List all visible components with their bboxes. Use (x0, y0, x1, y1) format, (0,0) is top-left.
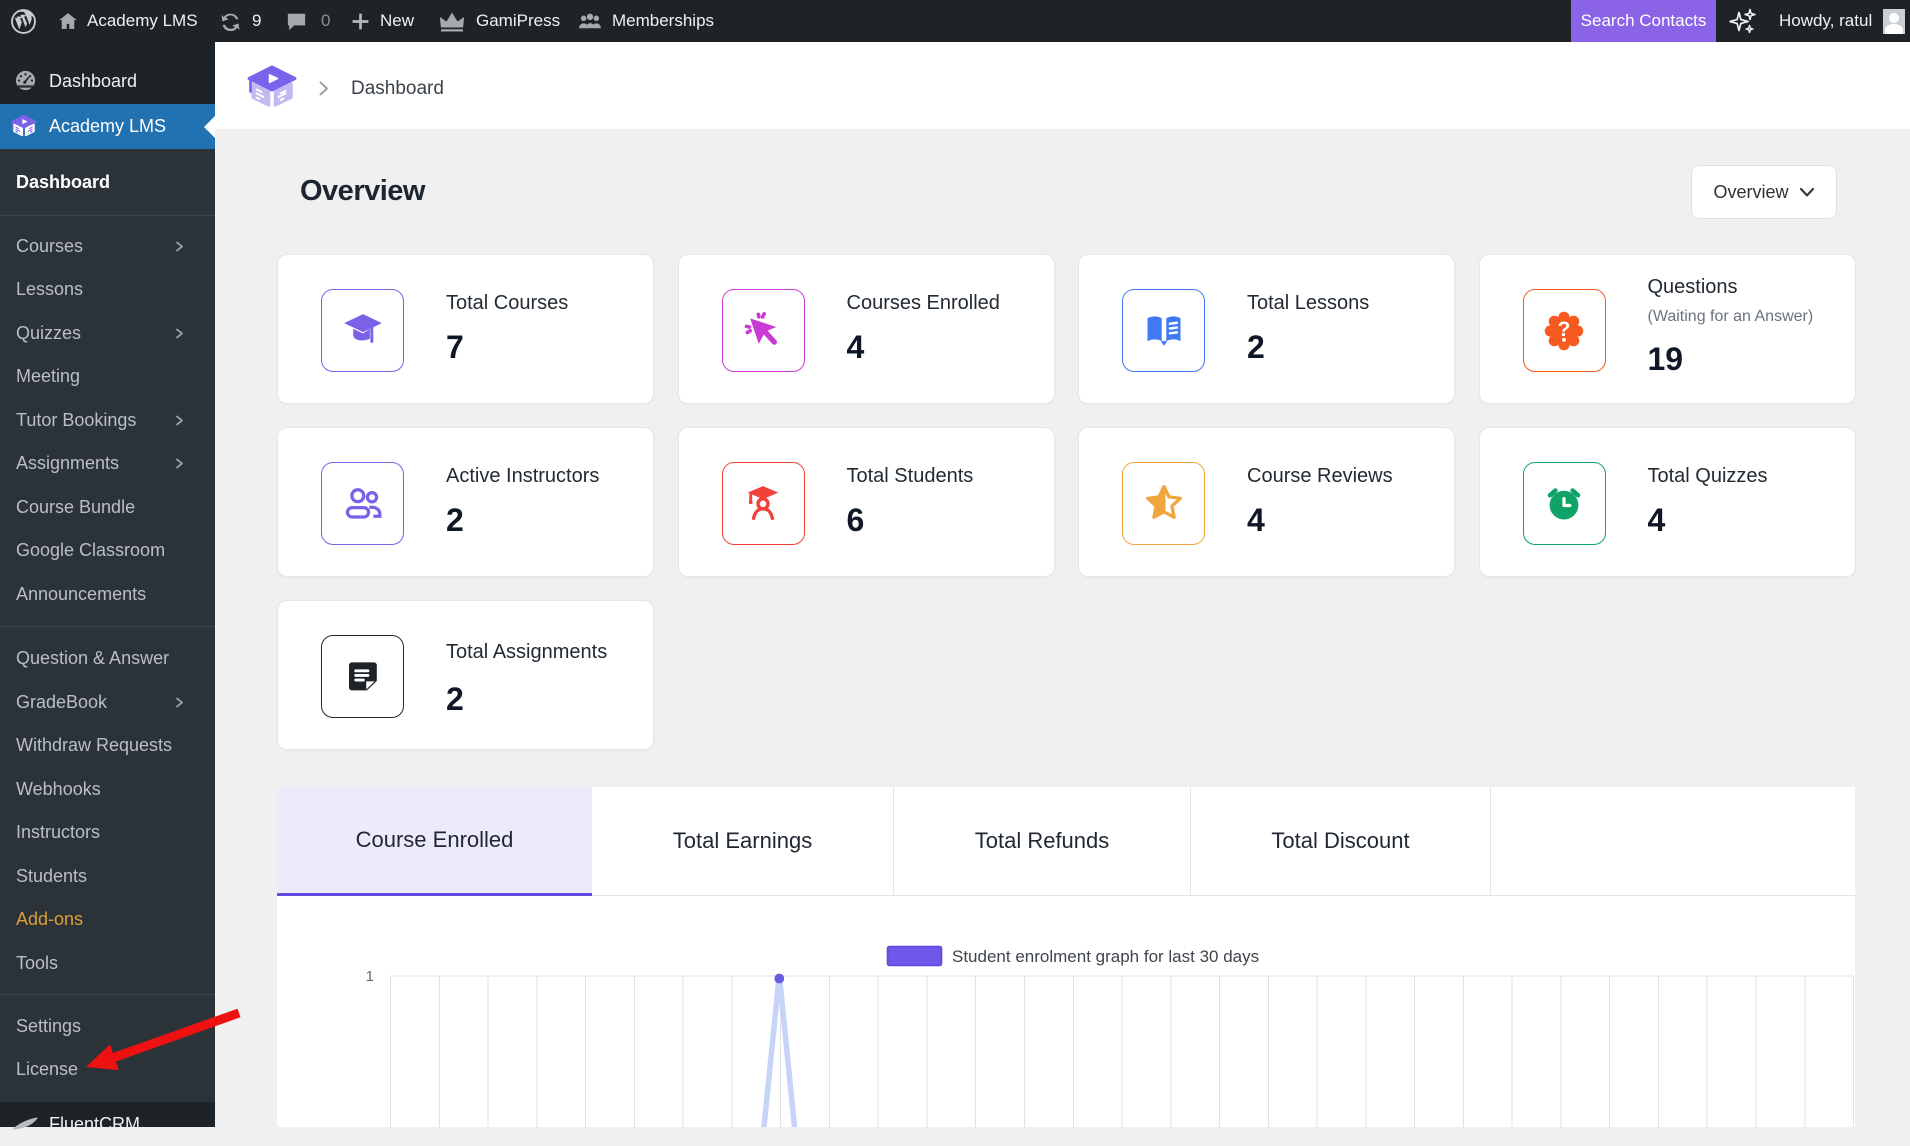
svg-text:Student enrolment graph for la: Student enrolment graph for last 30 days (952, 947, 1259, 966)
svg-text:1: 1 (366, 968, 374, 985)
svg-text:?: ? (1558, 317, 1571, 340)
